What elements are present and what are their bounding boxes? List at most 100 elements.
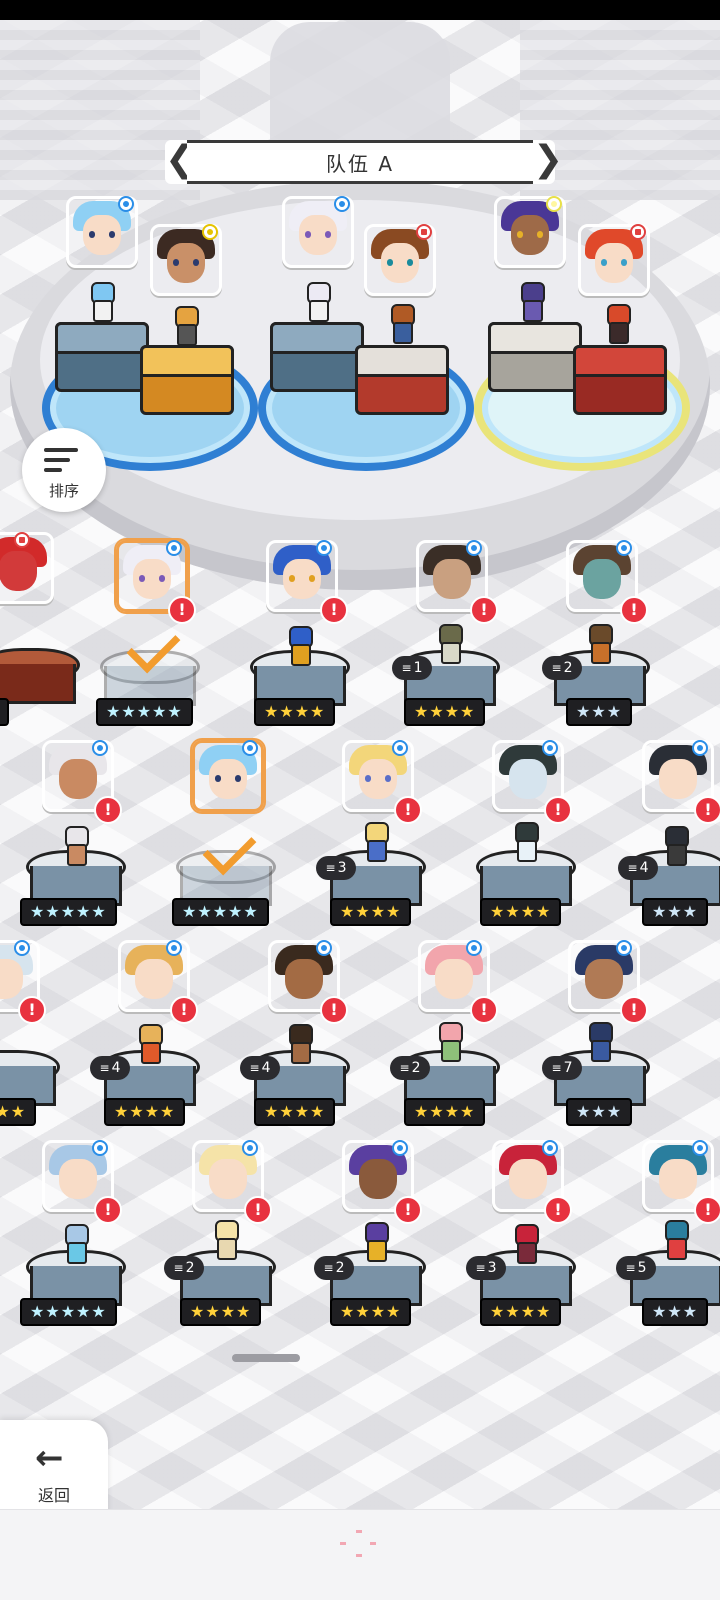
duplicate-count: ≡ 5 bbox=[616, 1256, 656, 1280]
hero-sprite bbox=[284, 626, 314, 666]
alert-icon: ! bbox=[620, 596, 648, 624]
alert-icon: ! bbox=[320, 996, 348, 1024]
back-arrow-icon: ← bbox=[35, 1438, 64, 1478]
alert-icon: ! bbox=[170, 996, 198, 1024]
element-badge-icon bbox=[616, 940, 632, 956]
sort-button[interactable]: 排序 bbox=[22, 428, 106, 512]
star-rating: ★★★ bbox=[0, 1098, 37, 1126]
star-rating: ★★★★ bbox=[330, 1298, 412, 1326]
team-member-sprite[interactable] bbox=[386, 304, 416, 344]
alert-icon: ! bbox=[470, 596, 498, 624]
star-rating: ★★★★★ bbox=[96, 698, 193, 726]
element-badge-icon bbox=[542, 1140, 558, 1156]
navigation-bar bbox=[0, 1509, 720, 1600]
alert-icon: ! bbox=[544, 796, 572, 824]
hero-sprite bbox=[60, 1224, 90, 1264]
hero-sprite bbox=[660, 826, 690, 866]
alert-icon: ! bbox=[470, 996, 498, 1024]
element-badge-icon bbox=[334, 196, 350, 212]
home-indicator-icon[interactable] bbox=[340, 1530, 380, 1560]
element-badge-icon bbox=[242, 1140, 258, 1156]
hero-sprite bbox=[284, 1024, 314, 1064]
duplicate-count: ≡ 1 bbox=[392, 656, 432, 680]
next-team-button[interactable]: ❯ bbox=[533, 140, 563, 184]
team-block bbox=[55, 322, 149, 392]
star-rating: ★★★ bbox=[642, 898, 709, 926]
sort-icon bbox=[44, 446, 84, 474]
hero-sprite bbox=[510, 1224, 540, 1264]
star-rating: ★★★ bbox=[566, 1098, 633, 1126]
element-badge-icon bbox=[166, 940, 182, 956]
scroll-handle[interactable] bbox=[232, 1354, 300, 1362]
element-badge-icon bbox=[392, 740, 408, 756]
duplicate-count: ≡ 4 bbox=[240, 1056, 280, 1080]
duplicate-count: ≡ 2 bbox=[542, 656, 582, 680]
duplicate-count: ≡ 3 bbox=[466, 1256, 506, 1280]
star-rating: ★★★ bbox=[642, 1298, 709, 1326]
element-badge-icon bbox=[466, 540, 482, 556]
alert-icon: ! bbox=[694, 1196, 720, 1224]
element-badge-icon bbox=[692, 740, 708, 756]
team-member-sprite[interactable] bbox=[302, 282, 332, 322]
status-bar bbox=[0, 0, 720, 20]
alert-icon: ! bbox=[394, 1196, 422, 1224]
element-badge-icon bbox=[242, 740, 258, 756]
star-rating: ★★★★ bbox=[254, 698, 336, 726]
team-block bbox=[355, 345, 449, 415]
star-rating: ★★★★ bbox=[330, 898, 412, 926]
team-block bbox=[270, 322, 364, 392]
team-title: 队伍 A bbox=[187, 140, 533, 184]
duplicate-count: ≡ 7 bbox=[542, 1056, 582, 1080]
team-member-sprite[interactable] bbox=[602, 304, 632, 344]
hero-sprite bbox=[584, 624, 614, 664]
lightning-icon bbox=[202, 224, 218, 240]
team-member-sprite[interactable] bbox=[86, 282, 116, 322]
element-badge-icon bbox=[92, 1140, 108, 1156]
team-member-sprite[interactable] bbox=[516, 282, 546, 322]
alert-icon: ! bbox=[544, 1196, 572, 1224]
star-rating: ★★★★★ bbox=[20, 1298, 117, 1326]
team-block bbox=[488, 322, 582, 392]
element-badge-icon bbox=[14, 940, 30, 956]
team-banner: ❮ 队伍 A ❯ bbox=[165, 140, 563, 184]
back-label: 返回 bbox=[37, 1486, 70, 1505]
fire-icon bbox=[14, 532, 30, 548]
duplicate-count: ≡ 4 bbox=[90, 1056, 130, 1080]
hero-sprite bbox=[134, 1024, 164, 1064]
element-badge-icon bbox=[316, 940, 332, 956]
star-rating: ★★★★ bbox=[404, 1098, 486, 1126]
star-rating: ★★★ bbox=[566, 698, 633, 726]
duplicate-count: ≡ 2 bbox=[390, 1056, 430, 1080]
star-rating: ★ bbox=[0, 698, 10, 726]
star-rating: ★★★★ bbox=[254, 1098, 336, 1126]
hero-sprite bbox=[584, 1022, 614, 1062]
team-block bbox=[140, 345, 234, 415]
hero-pedestal[interactable] bbox=[0, 648, 80, 710]
team-block bbox=[573, 345, 667, 415]
throne-backdrop bbox=[270, 22, 450, 142]
hero-sprite bbox=[360, 822, 390, 862]
alert-icon: ! bbox=[244, 1196, 272, 1224]
element-badge-icon bbox=[466, 940, 482, 956]
star-rating: ★★★★ bbox=[104, 1098, 186, 1126]
fire-icon bbox=[416, 224, 432, 240]
alert-icon: ! bbox=[320, 596, 348, 624]
element-badge-icon bbox=[118, 196, 134, 212]
star-rating: ★★★★ bbox=[480, 898, 562, 926]
hero-sprite bbox=[510, 822, 540, 862]
element-badge-icon bbox=[166, 540, 182, 556]
hero-sprite bbox=[360, 1222, 390, 1262]
star-rating: ★★★★★ bbox=[172, 898, 269, 926]
alert-icon: ! bbox=[394, 796, 422, 824]
element-badge-icon bbox=[542, 740, 558, 756]
alert-icon: ! bbox=[18, 996, 46, 1024]
alert-icon: ! bbox=[94, 1196, 122, 1224]
back-button[interactable]: ← 返回 bbox=[0, 1420, 108, 1520]
element-badge-icon bbox=[692, 1140, 708, 1156]
prev-team-button[interactable]: ❮ bbox=[165, 140, 195, 184]
star-rating: ★★★★ bbox=[180, 1298, 262, 1326]
element-badge-icon bbox=[92, 740, 108, 756]
team-member-sprite[interactable] bbox=[170, 306, 200, 346]
hero-sprite bbox=[660, 1220, 690, 1260]
duplicate-count: ≡ 4 bbox=[618, 856, 658, 880]
